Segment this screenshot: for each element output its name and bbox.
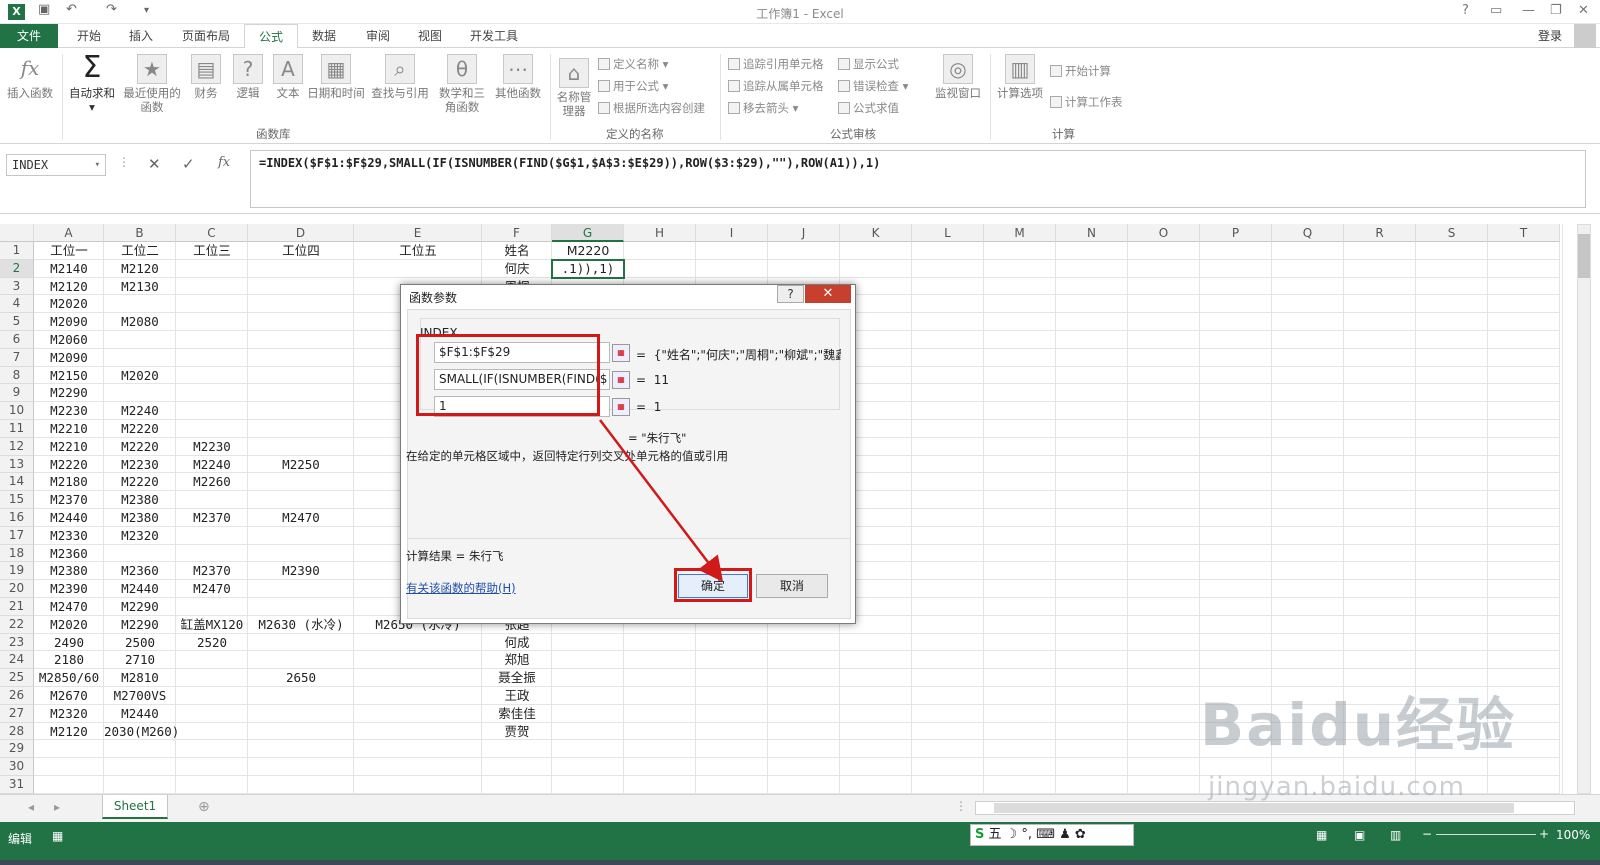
annotation-arrow xyxy=(599,419,724,582)
